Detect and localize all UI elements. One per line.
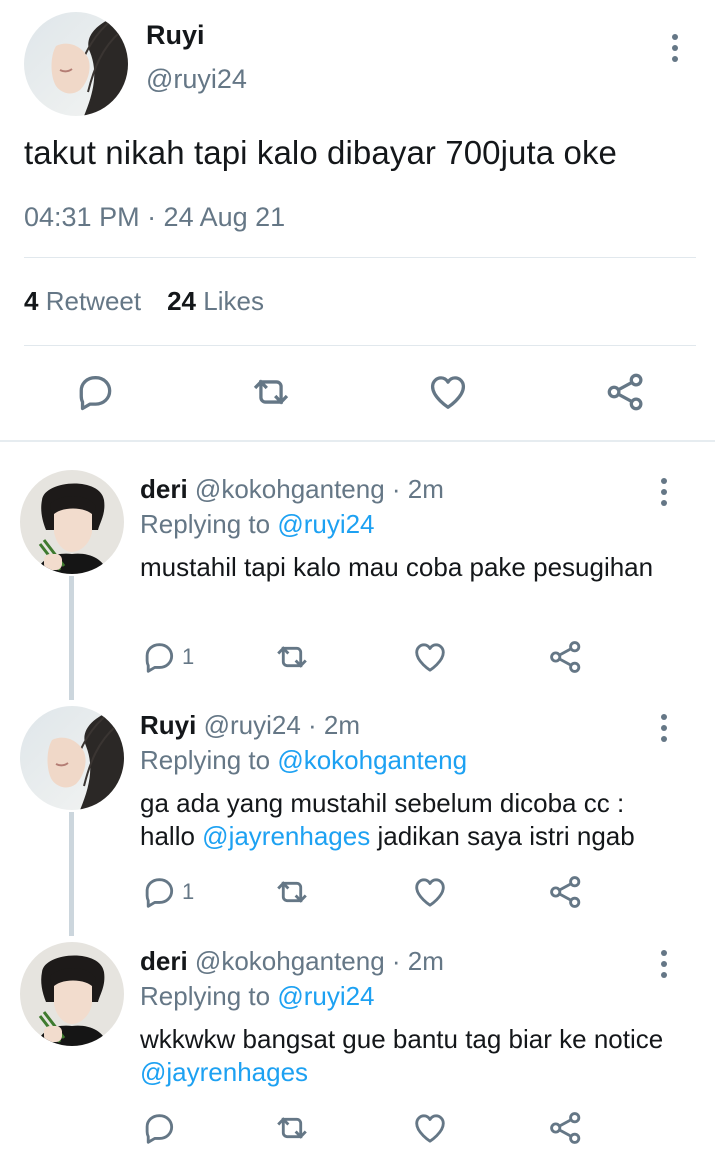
kebab-menu-icon[interactable] xyxy=(661,478,667,506)
author-name[interactable]: Ruyi xyxy=(146,20,205,51)
replying-prefix: Replying to xyxy=(140,509,271,539)
reply-header: Ruyi @ruyi24 · 2m xyxy=(140,710,360,741)
likes-count: 24 xyxy=(167,286,197,316)
reply-header: deri @kokohganteng · 2m xyxy=(140,474,444,505)
reply-author-name[interactable]: deri xyxy=(140,474,188,504)
like-icon[interactable] xyxy=(411,637,449,677)
kebab-menu-icon[interactable] xyxy=(672,34,678,62)
reply-icon xyxy=(140,638,178,676)
share-icon[interactable] xyxy=(604,370,648,414)
replying-to: Replying to @ruyi24 xyxy=(140,981,375,1012)
reply-text-part: mustahil tapi kalo mau coba pake pesugih… xyxy=(140,552,654,582)
tweet-text: takut nikah tapi kalo dibayar 700juta ok… xyxy=(24,134,617,171)
retweet-label: Retweet xyxy=(45,286,142,316)
retweet-count: 4 xyxy=(24,286,39,316)
share-icon[interactable] xyxy=(547,872,585,912)
reply-action[interactable]: 1 xyxy=(140,637,194,677)
mention-link[interactable]: @jayrenhages xyxy=(202,821,370,851)
reply-meta: @ruyi24 · 2m xyxy=(203,710,361,740)
kebab-menu-icon[interactable] xyxy=(661,950,667,978)
share-icon[interactable] xyxy=(547,1108,585,1148)
tweet-stats: 4 Retweet 24 Likes xyxy=(24,286,264,317)
avatar[interactable] xyxy=(20,942,124,1046)
retweet-icon[interactable] xyxy=(273,637,311,677)
avatar[interactable] xyxy=(24,12,128,116)
likes-stat[interactable]: 24 Likes xyxy=(167,286,264,317)
replying-to-link[interactable]: @kokohganteng xyxy=(277,745,467,775)
avatar[interactable] xyxy=(20,706,124,810)
likes-label: Likes xyxy=(203,286,264,316)
reply-author-name[interactable]: Ruyi xyxy=(140,710,196,740)
thread-line xyxy=(69,576,74,700)
reply-meta: @kokohganteng · 2m xyxy=(194,946,444,976)
divider xyxy=(24,257,696,258)
retweet-icon[interactable] xyxy=(273,1108,311,1148)
tweet-timestamp[interactable]: 04:31 PM · 24 Aug 21 xyxy=(24,202,285,233)
reply-action[interactable]: 1 xyxy=(140,872,194,912)
replying-prefix: Replying to xyxy=(140,981,271,1011)
reply-action[interactable] xyxy=(140,1108,178,1148)
reply-text: wkkwkw bangsat gue bantu tag biar ke not… xyxy=(140,1023,680,1089)
reply-author-name[interactable]: deri xyxy=(140,946,188,976)
retweet-icon[interactable] xyxy=(273,872,311,912)
like-icon[interactable] xyxy=(411,872,449,912)
reply-text: mustahil tapi kalo mau coba pake pesugih… xyxy=(140,551,680,584)
thread-line xyxy=(69,812,74,936)
main-tweet: Ruyi @ruyi24 takut nikah tapi kalo dibay… xyxy=(0,0,715,442)
like-icon[interactable] xyxy=(426,370,470,414)
retweet-stat[interactable]: 4 Retweet xyxy=(24,286,141,317)
tweet-actions xyxy=(0,370,715,418)
reply-icon xyxy=(140,873,178,911)
reply-text-part: wkkwkw bangsat gue bantu tag biar ke not… xyxy=(140,1024,664,1054)
like-icon[interactable] xyxy=(411,1108,449,1148)
replying-to-link[interactable]: @ruyi24 xyxy=(277,509,374,539)
share-icon[interactable] xyxy=(547,637,585,677)
reply-meta: @kokohganteng · 2m xyxy=(194,474,444,504)
replying-to: Replying to @ruyi24 xyxy=(140,509,375,540)
author-handle[interactable]: @ruyi24 xyxy=(146,64,247,95)
reply-header: deri @kokohganteng · 2m xyxy=(140,946,444,977)
mention-link[interactable]: @jayrenhages xyxy=(140,1057,308,1087)
reply-icon[interactable] xyxy=(73,370,117,414)
divider xyxy=(24,345,696,346)
reply-icon xyxy=(140,1109,178,1147)
replying-prefix: Replying to xyxy=(140,745,271,775)
replying-to-link[interactable]: @ruyi24 xyxy=(277,981,374,1011)
kebab-menu-icon[interactable] xyxy=(661,714,667,742)
avatar[interactable] xyxy=(20,470,124,574)
reply-text-part: jadikan saya istri ngab xyxy=(377,821,635,851)
reply-count: 1 xyxy=(182,644,195,669)
replying-to: Replying to @kokohganteng xyxy=(140,745,467,776)
retweet-icon[interactable] xyxy=(249,370,293,414)
reply-text: ga ada yang mustahil sebelum dicoba cc :… xyxy=(140,787,680,853)
reply-count: 1 xyxy=(182,879,195,904)
